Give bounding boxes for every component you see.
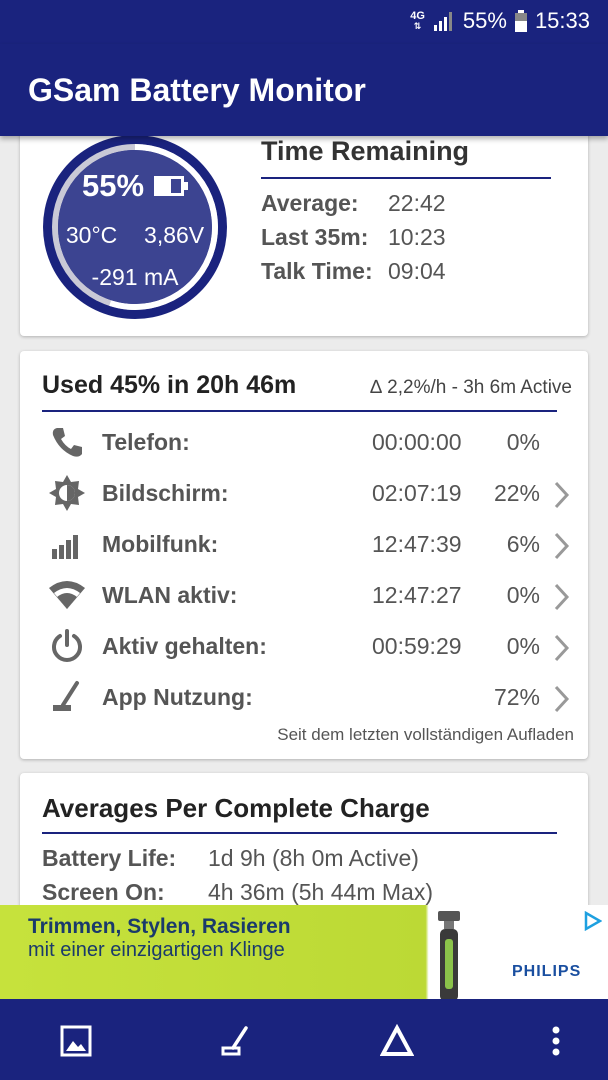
time-remaining-title: Time Remaining — [261, 136, 470, 166]
averages-row: Screen On: 4h 36m (5h 44m Max) — [42, 879, 433, 905]
image-icon — [60, 1025, 92, 1057]
time-remaining-row: Average: 22:42 — [261, 190, 446, 216]
averages-row: Battery Life: 1d 9h (8h 0m Active) — [42, 845, 419, 871]
usage-row-telefon[interactable]: Telefon: 00:00:00 0% — [20, 419, 588, 469]
chevron-right-icon — [554, 532, 570, 560]
signal-icon — [433, 12, 452, 31]
ad-headline: Trimmen, Stylen, Rasieren — [28, 915, 291, 938]
averages-divider — [42, 832, 557, 834]
app-title: GSam Battery Monitor — [28, 72, 366, 108]
averages-title: Averages Per Complete Charge — [42, 793, 430, 823]
usage-divider — [42, 410, 557, 412]
battery-percent: 55% — [462, 8, 507, 33]
time-remaining-row: Talk Time: 09:04 — [261, 258, 446, 284]
bottom-nav-bar — [0, 999, 608, 1080]
chevron-right-icon — [554, 583, 570, 611]
app-usage-icon — [48, 678, 86, 716]
overflow-menu-icon — [552, 1026, 560, 1056]
nav-delta-button[interactable] — [377, 1021, 417, 1061]
since-last-charge-note: Seit dem letzten vollständigen Aufladen — [277, 725, 574, 744]
nav-overflow-menu-button[interactable] — [536, 1021, 576, 1061]
chevron-right-icon — [554, 634, 570, 662]
gauge-temperature: 30°C — [65, 222, 118, 248]
delta-icon — [380, 1024, 414, 1056]
usage-row-mobilfunk[interactable]: Mobilfunk: 12:47:39 6% — [20, 521, 588, 571]
chevron-right-icon — [554, 481, 570, 509]
status-bar: 4G ⇅ 55% 15:33 — [0, 0, 608, 44]
usage-title: Used 45% in 20h 46m — [42, 371, 297, 399]
network-type-icon: 4G ⇅ — [410, 10, 425, 32]
gauge-percent: 55% — [81, 168, 145, 203]
phone-icon — [48, 423, 86, 461]
nav-app-usage-button[interactable] — [216, 1021, 256, 1061]
usage-row-bildschirm[interactable]: Bildschirm: 02:07:19 22% — [20, 470, 588, 520]
ad-brand-logo: PHILIPS — [512, 963, 582, 980]
usage-card: Used 45% in 20h 46m ∆ 2,2%/h - 3h 6m Act… — [20, 351, 588, 759]
ad-banner[interactable]: Trimmen, Stylen, Rasieren mit einer einz… — [0, 905, 608, 999]
ad-choices-icon[interactable] — [582, 911, 602, 931]
app-bar: GSam Battery Monitor — [0, 44, 608, 136]
usage-row-app-nutzung[interactable]: App Nutzung: 72% — [20, 674, 588, 724]
usage-row-wlan[interactable]: WLAN aktiv: 12:47:27 0% — [20, 572, 588, 622]
gauge-voltage: 3,86V — [144, 222, 205, 248]
time-remaining-divider — [261, 177, 551, 179]
clock: 15:33 — [534, 8, 590, 33]
time-remaining-row: Last 35m: 10:23 — [261, 224, 446, 250]
gauge-current: -291 mA — [91, 264, 179, 290]
battery-horizontal-icon — [154, 176, 189, 196]
ad-subline: mit einer einzigartigen Klinge — [28, 939, 285, 961]
ad-product-image — [438, 911, 460, 999]
power-icon — [48, 627, 86, 665]
chevron-right-icon — [554, 685, 570, 713]
battery-icon — [514, 10, 527, 32]
signal-bars-icon — [48, 525, 86, 563]
usage-row-aktiv-gehalten[interactable]: Aktiv gehalten: 00:59:29 0% — [20, 623, 588, 673]
usage-rate: ∆ 2,2%/h - 3h 6m Active — [370, 377, 572, 398]
nav-image-button[interactable] — [56, 1021, 96, 1061]
battery-summary-card[interactable]: 55% 30°C 3,86V -291 mA Time Remaining Av… — [20, 118, 588, 336]
brightness-icon — [48, 474, 86, 512]
wifi-icon — [48, 576, 86, 614]
app-usage-icon — [221, 1026, 248, 1056]
battery-gauge[interactable]: 55% 30°C 3,86V -291 mA — [40, 132, 230, 322]
